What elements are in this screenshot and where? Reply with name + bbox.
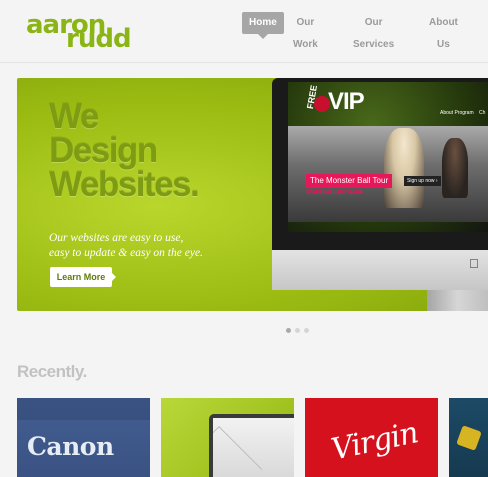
recent-item-canon[interactable]: Canon	[17, 398, 150, 477]
tagline-line: easy to update & easy on the eye.	[49, 247, 203, 259]
hero-headline: We Design Websites.	[49, 97, 249, 204]
learn-more-button[interactable]: Learn More	[50, 267, 116, 287]
recent-item-partial[interactable]	[449, 398, 488, 477]
headline-line: We	[49, 97, 99, 136]
signup-button: Sign up now ›	[404, 176, 441, 186]
canon-logo: Canon	[27, 432, 114, 461]
tour-banner: The Monster Ball Tour	[306, 174, 393, 188]
hero-banner: We Design Websites. Our websites are eas…	[17, 78, 488, 311]
imac-screen: FREE VIP About Program Ch The Monster Ba…	[288, 82, 488, 232]
envelope-icon	[209, 414, 294, 477]
nav-about-us[interactable]: About Us	[429, 12, 458, 50]
slider-dot[interactable]	[286, 328, 291, 333]
vip-logo: VIP	[328, 88, 365, 115]
imac-display: FREE VIP About Program Ch The Monster Ba…	[272, 78, 488, 278]
slider-dot[interactable]	[304, 328, 309, 333]
header-divider	[0, 62, 488, 63]
imac-stand	[427, 290, 488, 311]
slider-dot[interactable]	[295, 328, 300, 333]
tagline-line: Our websites are easy to use,	[49, 232, 184, 244]
apple-icon: 	[469, 256, 479, 271]
virgin-logo: Virgin	[328, 415, 421, 468]
performer-image	[442, 138, 468, 198]
thumbnail-accent	[456, 425, 482, 451]
slider-pagination	[286, 320, 313, 338]
performer-image	[384, 128, 424, 208]
screen-nav-item: Ch	[479, 110, 486, 116]
imac-chin	[272, 250, 488, 290]
screen-nav-item: About Program	[440, 110, 474, 116]
screen-nav: About Program Ch	[440, 110, 488, 116]
envelope-inner	[213, 418, 294, 477]
hero-tagline: Our websites are easy to use, easy to up…	[49, 231, 224, 261]
camera-rim	[17, 398, 150, 420]
logo-line-2: rudd	[66, 24, 132, 54]
recent-item-mail[interactable]	[161, 398, 294, 477]
nav-home[interactable]: Home	[242, 12, 284, 39]
nav-our-work[interactable]: Our Work	[293, 12, 318, 50]
headline-line: Design	[49, 131, 158, 170]
recent-item-virgin[interactable]: Virgin	[305, 398, 438, 477]
nav-our-services[interactable]: Our Services	[353, 12, 394, 50]
tour-subtitle: STARRING LADY GAGA	[306, 190, 364, 196]
site-logo[interactable]: aaron rudd	[26, 12, 132, 52]
recent-heading: Recently.	[17, 362, 87, 381]
headline-line: Websites.	[49, 165, 200, 204]
